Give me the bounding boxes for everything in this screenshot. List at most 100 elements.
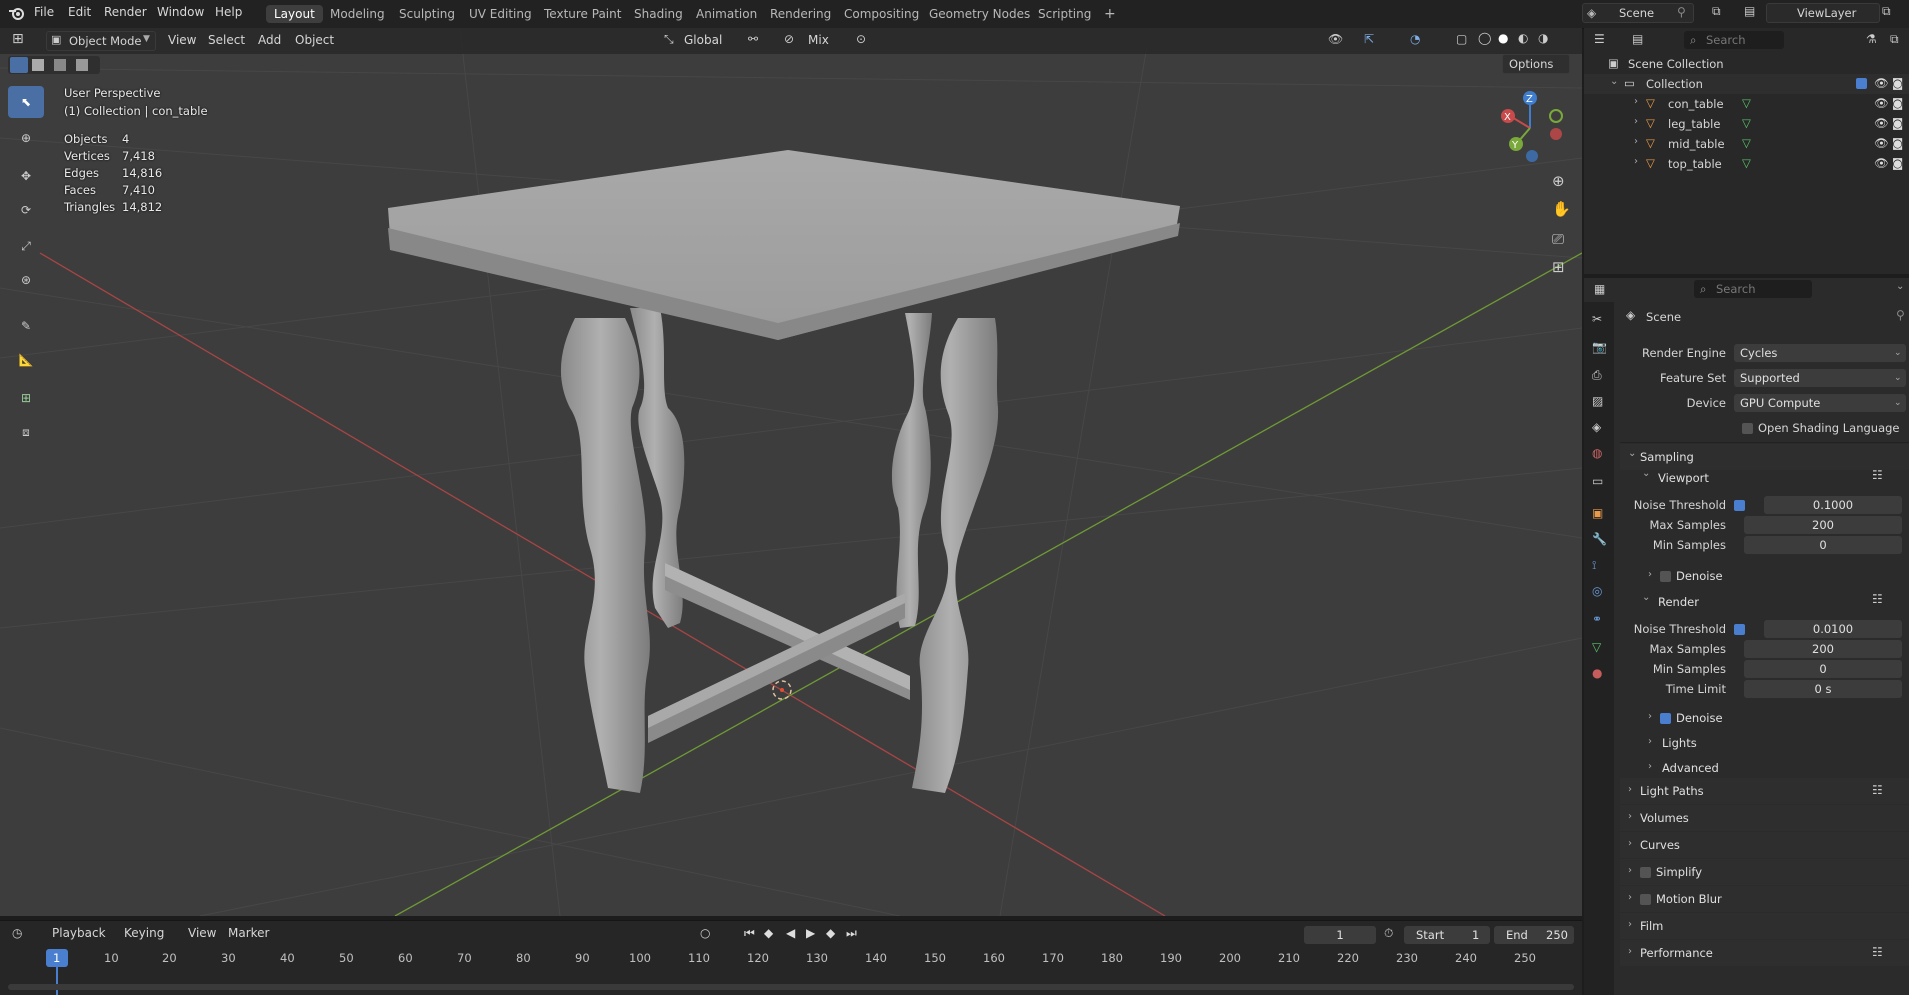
eye-icon[interactable]: 👁 [1874,96,1889,110]
chevron-right-icon[interactable]: › [1634,136,1638,147]
presets-list-icon[interactable]: ☷ [1872,592,1883,606]
tab-scripting[interactable]: Scripting [1030,5,1099,23]
tab-geometry-nodes[interactable]: Geometry Nodes [921,5,1038,23]
menu-file[interactable]: File [34,5,54,19]
render-engine-dropdown[interactable]: Cycles ⌄ [1734,344,1906,362]
prev-keyframe-icon[interactable]: ◆ [764,926,773,940]
eye-icon[interactable]: 👁 [1874,156,1889,170]
time-limit-field[interactable]: 0 s [1744,680,1902,698]
new-view-layer-icon[interactable]: ⧉ [1882,4,1891,19]
tab-modeling[interactable]: Modeling [322,5,393,23]
tab-layout[interactable]: Layout [266,5,323,23]
render-tab-icon[interactable]: 📷 [1592,340,1607,354]
scene-tab-icon[interactable]: ◈ [1592,420,1601,434]
collection-tab-icon[interactable]: ▭ [1592,474,1603,488]
chevron-down-icon[interactable]: ⌄ [1642,468,1650,479]
world-tab-icon[interactable]: ◍ [1592,446,1602,460]
viewport-panel-label[interactable]: Viewport [1658,471,1709,485]
feature-set-dropdown[interactable]: Supported ⌄ [1734,369,1906,387]
options-dropdown[interactable]: Options [1502,54,1570,74]
lights-label[interactable]: Lights [1662,736,1697,750]
auto-key-icon[interactable]: ○ [700,926,710,940]
camera-render-icon[interactable]: ◙ [1892,136,1903,150]
navigation-gizmo[interactable]: Z X Y [1490,86,1570,166]
menu-select[interactable]: Select [208,33,245,47]
view-layer-tab-icon[interactable]: ▨ [1592,394,1603,408]
annotate-tool[interactable]: ✎ [8,310,44,342]
light-paths-panel-header[interactable]: › Light Paths ☷ [1620,778,1909,804]
menu-view[interactable]: View [168,33,196,47]
camera-render-icon[interactable]: ◙ [1892,76,1903,90]
tool-tab-icon[interactable]: ✂ [1592,312,1602,326]
add-mesh-tool[interactable]: ⧈ [8,416,44,448]
device-dropdown[interactable]: GPU Compute ⌄ [1734,394,1906,412]
rotate-tool[interactable]: ⟳ [8,194,44,226]
chevron-right-icon[interactable]: › [1634,116,1638,127]
chevron-right-icon[interactable]: › [1648,761,1652,772]
select-box-tool[interactable]: ⬉ [8,86,44,118]
volumes-panel-header[interactable]: › Volumes [1620,805,1909,831]
play-icon[interactable]: ▶ [806,926,815,940]
material-tab-icon[interactable]: ● [1592,666,1602,680]
tab-rendering[interactable]: Rendering [762,5,839,23]
curves-panel-header[interactable]: › Curves [1620,832,1909,858]
render-noise-threshold-checkbox[interactable] [1734,624,1745,635]
simplify-panel-header[interactable]: › Simplify [1620,859,1909,885]
visibility-icon[interactable]: 👁 [1328,32,1343,46]
sampling-panel-header[interactable]: ⌄ Sampling [1620,444,1909,470]
chevron-right-icon[interactable]: › [1648,569,1652,580]
jump-start-icon[interactable]: ⏮ [744,926,755,941]
filter-icon[interactable]: ⚗ [1866,32,1877,46]
mode-selector[interactable]: ▣ Object Mode ▼ [46,31,156,51]
tab-animation[interactable]: Animation [688,5,765,23]
menu-add[interactable]: Add [258,33,281,47]
output-tab-icon[interactable]: ⎙ [1592,368,1602,383]
viewport-noise-threshold-checkbox[interactable] [1734,500,1745,511]
end-frame-field[interactable]: End 250 [1494,926,1574,944]
outliner-scene-collection[interactable]: ▣ Scene Collection [1584,54,1909,74]
advanced-label[interactable]: Advanced [1662,761,1719,775]
rendered-shading-icon[interactable]: ◑ [1538,31,1548,45]
next-keyframe-icon[interactable]: ◆ [826,926,835,940]
eye-icon[interactable]: 👁 [1874,136,1889,150]
solid-shading-icon[interactable]: ● [1498,31,1508,45]
add-cube-tool[interactable]: ⊞ [8,382,44,414]
render-noise-threshold-field[interactable]: 0.0100 [1764,620,1902,638]
viewport-min-samples-field[interactable]: 0 [1744,536,1902,554]
performance-panel-header[interactable]: › Performance ☷ [1620,940,1909,966]
new-scene-icon[interactable]: ⧉ [1712,4,1721,19]
3d-viewport[interactable]: ⊞ ▣ Object Mode ▼ View Select Add Object… [0,28,1582,916]
render-min-samples-field[interactable]: 0 [1744,660,1902,678]
outliner-search[interactable]: ⌕ Search [1684,31,1784,49]
properties-editor-icon[interactable]: ▦ [1594,282,1605,296]
eye-icon[interactable]: 👁 [1874,116,1889,130]
presets-list-icon[interactable]: ☷ [1872,468,1883,482]
viewport-noise-threshold-field[interactable]: 0.1000 [1764,496,1902,514]
properties-search[interactable]: ⌕ Search [1694,280,1812,298]
stopwatch-icon[interactable]: ⏱ [1384,926,1393,941]
pan-hand-icon[interactable]: ✋ [1552,200,1571,218]
outliner-object-leg-table[interactable]: › ▽ leg_table ▽ 👁 ◙ [1584,114,1909,134]
menu-object[interactable]: Object [295,33,334,47]
material-shading-icon[interactable]: ◐ [1518,31,1528,45]
pivot-icon[interactable]: ⚯ [748,32,758,46]
select-extend-icon[interactable] [32,59,44,71]
tab-compositing[interactable]: Compositing [836,5,927,23]
transform-tool[interactable]: ⊛ [8,264,44,296]
select-invert-icon[interactable] [76,59,88,71]
overlay-icon[interactable]: ◔ [1410,32,1420,46]
motion-blur-checkbox[interactable] [1640,894,1651,905]
tab-shading[interactable]: Shading [626,5,691,23]
tab-uv-editing[interactable]: UV Editing [461,5,540,23]
outliner-collection[interactable]: ⌄ ▭ Collection 👁 ◙ [1584,74,1909,94]
start-frame-field[interactable]: Start 1 [1404,926,1490,944]
object-tab-icon[interactable]: ▣ [1592,506,1603,520]
outliner-editor-icon[interactable]: ☰ [1594,32,1605,46]
mesh-data-icon[interactable]: ▽ [1742,116,1751,130]
menu-keying[interactable]: Keying [124,926,164,940]
camera-render-icon[interactable]: ◙ [1892,116,1903,130]
render-max-samples-field[interactable]: 200 [1744,640,1902,658]
camera-render-icon[interactable]: ◙ [1892,156,1903,170]
render-panel-label[interactable]: Render [1658,595,1699,609]
constraints-tab-icon[interactable]: ⚭ [1592,612,1602,626]
